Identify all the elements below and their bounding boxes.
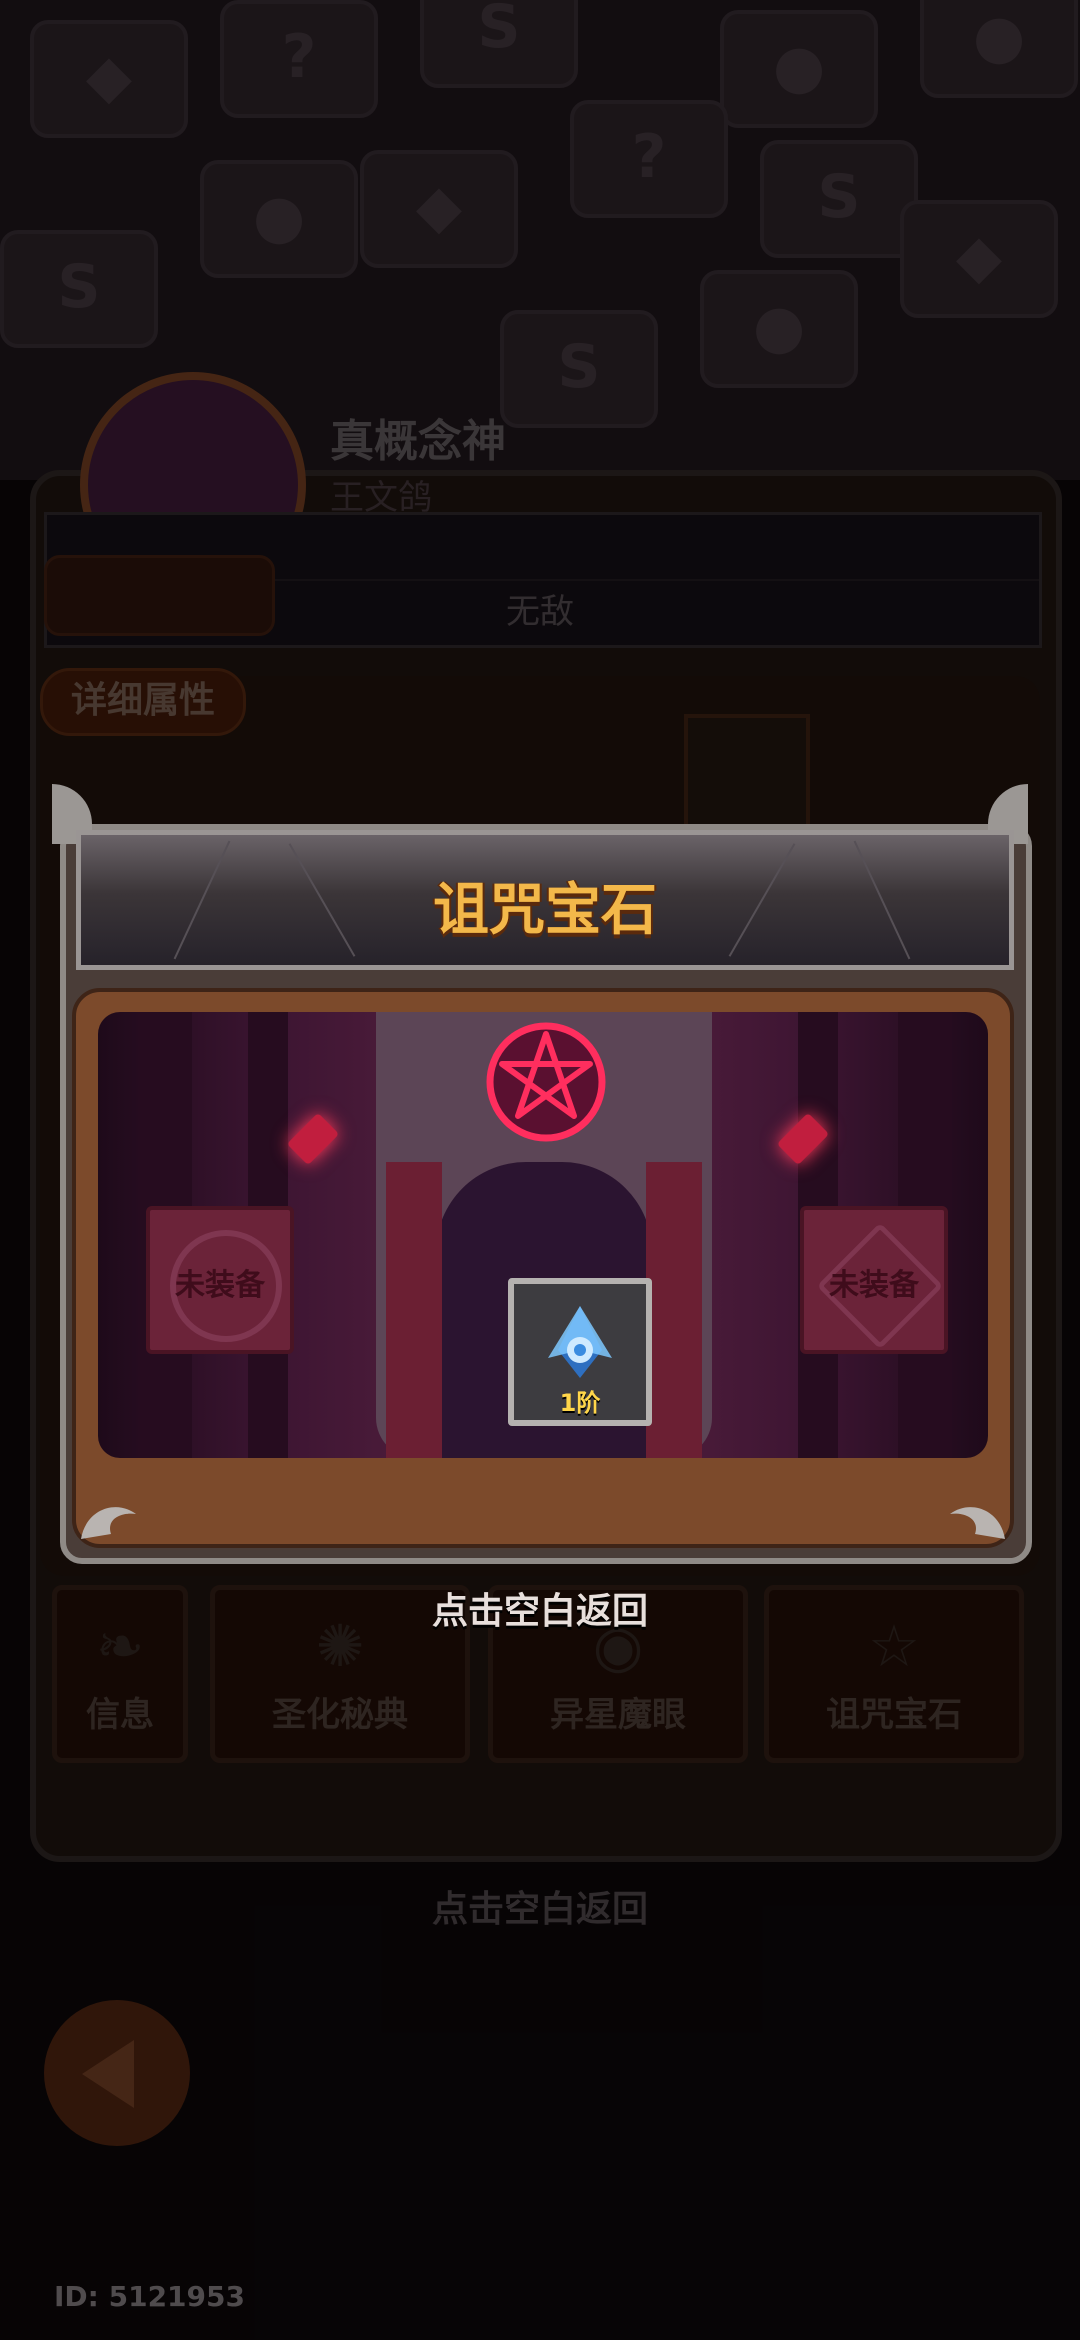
blue-gem-icon (548, 1306, 612, 1378)
slot-label: 未装备 (829, 1268, 919, 1303)
right-gem-slot[interactable]: 未装备 (800, 1206, 948, 1354)
dialog-body: 未装备 未装备 1阶 (72, 988, 1014, 1548)
red-crystal-icon (286, 1112, 340, 1166)
altar-column (646, 1162, 702, 1458)
slot-label: 未装备 (175, 1268, 265, 1303)
corner-ornament-right (950, 1507, 1005, 1539)
corner-ornament-left (81, 1507, 136, 1539)
altar-scene: 未装备 未装备 1阶 (98, 1012, 988, 1458)
dialog-title: 诅咒宝石 (433, 878, 657, 943)
dialog-title-bar: 诅咒宝石 (76, 830, 1014, 970)
left-gem-slot[interactable]: 未装备 (146, 1206, 294, 1354)
altar-column (386, 1162, 442, 1458)
back-hint[interactable]: 点击空白返回 (0, 1582, 1080, 1634)
curse-gem-dialog: 诅咒宝石 未装备 未装备 1阶 (52, 784, 1032, 1564)
center-gem-slot[interactable]: 1阶 (508, 1278, 652, 1426)
pentagram-icon (486, 1022, 606, 1142)
gem-level: 1阶 (559, 1389, 601, 1417)
